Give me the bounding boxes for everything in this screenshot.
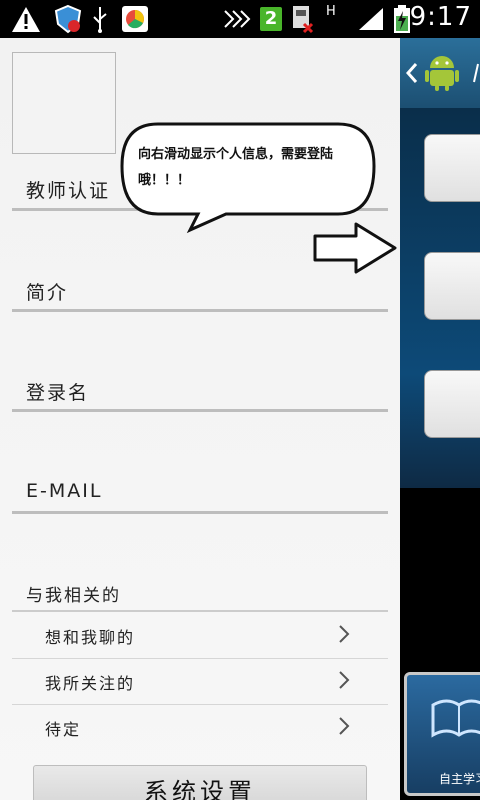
divider bbox=[12, 610, 388, 612]
chevron-right-icon bbox=[339, 625, 350, 643]
sim-off-icon bbox=[288, 4, 316, 34]
android-robot-icon bbox=[425, 56, 459, 91]
divider bbox=[12, 409, 388, 412]
back-arrow-icon[interactable] bbox=[406, 62, 418, 84]
clock: 9:17 bbox=[409, 2, 472, 32]
open-book-icon bbox=[431, 699, 480, 738]
related-section-title: 与我相关的 bbox=[26, 586, 121, 606]
chevron-right-icon bbox=[339, 671, 350, 689]
divider bbox=[12, 658, 388, 659]
main-button[interactable] bbox=[424, 134, 480, 202]
main-button[interactable] bbox=[424, 370, 480, 438]
security-shield-icon bbox=[52, 4, 84, 34]
menu-item-pending[interactable]: 待定 bbox=[12, 706, 388, 750]
notification-count-badge: 2 bbox=[260, 7, 282, 31]
email-label[interactable]: E-MAIL bbox=[26, 480, 102, 502]
avatar[interactable] bbox=[12, 52, 116, 154]
signal-missed-icon bbox=[222, 4, 256, 34]
menu-item-label: 待定 bbox=[45, 720, 82, 739]
login-name-label[interactable]: 登录名 bbox=[26, 378, 89, 405]
hint-speech-bubble: 向右滑动显示个人信息，需要登陆哦！！！ bbox=[118, 120, 378, 238]
intro-label[interactable]: 简介 bbox=[26, 278, 68, 305]
self-study-tile[interactable]: 自主学习 bbox=[404, 672, 480, 796]
chevron-right-icon bbox=[339, 717, 350, 735]
separator-icon bbox=[473, 63, 479, 83]
divider bbox=[12, 704, 388, 705]
status-bar: 2 H 9:17 bbox=[0, 0, 480, 38]
hint-text: 向右滑动显示个人信息，需要登陆哦！！！ bbox=[138, 147, 334, 188]
usb-icon bbox=[88, 4, 112, 34]
menu-item-following[interactable]: 我所关注的 bbox=[12, 660, 388, 704]
system-settings-label: 系统设置 bbox=[144, 778, 256, 800]
menu-item-label: 想和我聊的 bbox=[45, 628, 136, 647]
divider bbox=[12, 309, 388, 312]
teacher-auth-label[interactable]: 教师认证 bbox=[26, 176, 110, 203]
menu-item-label: 我所关注的 bbox=[45, 674, 136, 693]
main-header bbox=[400, 38, 480, 108]
app-icon bbox=[120, 4, 150, 34]
warning-icon bbox=[10, 4, 42, 34]
menu-item-want-to-chat[interactable]: 想和我聊的 bbox=[12, 614, 388, 658]
system-settings-button[interactable]: 系统设置 bbox=[33, 765, 367, 800]
main-button[interactable] bbox=[424, 252, 480, 320]
main-screen-peek[interactable]: 自主学习 bbox=[400, 38, 480, 800]
divider bbox=[12, 511, 388, 514]
self-study-label: 自主学习 bbox=[439, 772, 480, 786]
cell-signal-icon bbox=[356, 4, 386, 34]
right-arrow-icon bbox=[313, 222, 397, 274]
network-type: H bbox=[326, 4, 336, 19]
